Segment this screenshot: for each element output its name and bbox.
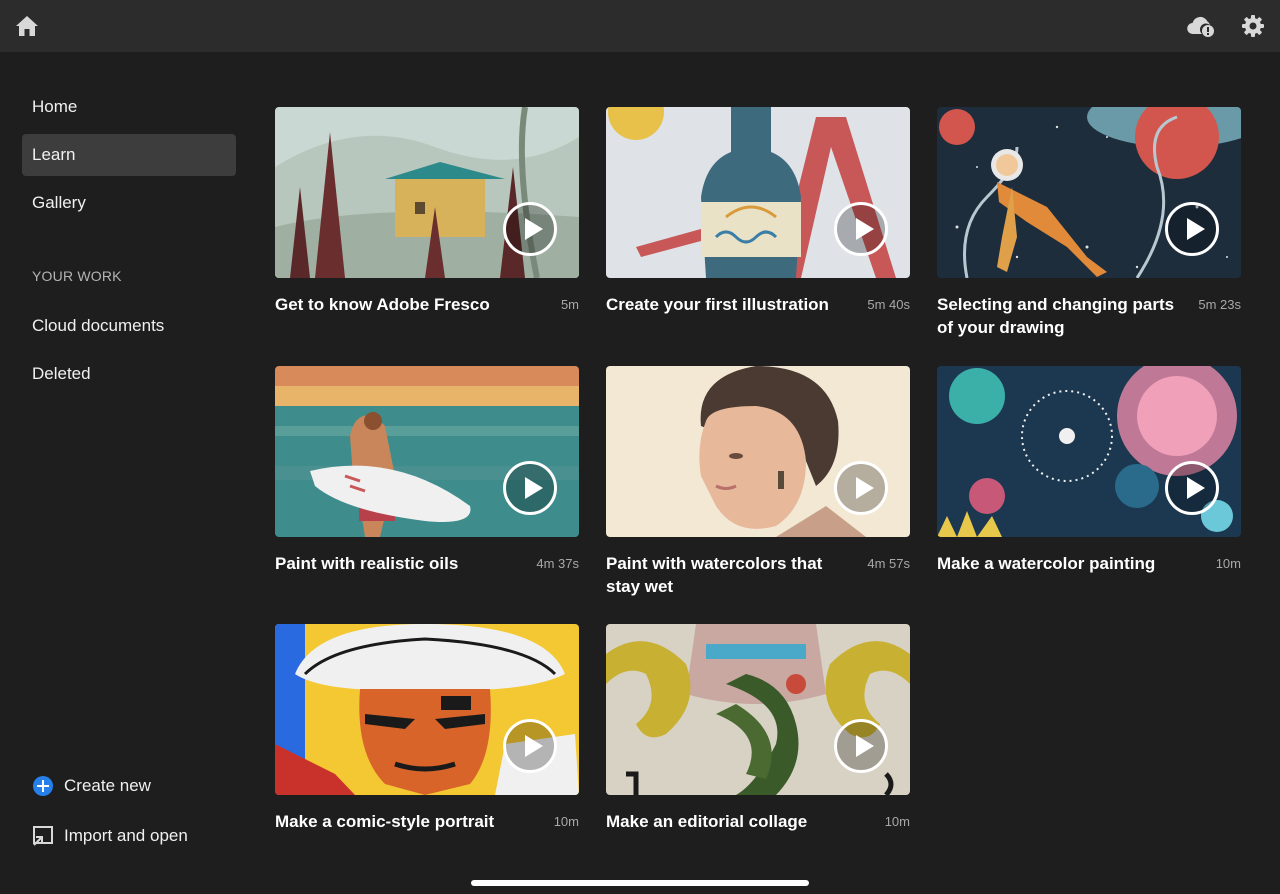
play-icon[interactable] (834, 719, 888, 773)
tutorial-thumbnail (606, 107, 910, 278)
tutorial-title: Selecting and changing parts of your dra… (937, 295, 1175, 337)
tutorial-title: Create your first illustration (606, 295, 829, 314)
tutorial-duration: 10m (553, 814, 579, 829)
tutorial-duration: 10m (1215, 556, 1241, 571)
tutorial-thumbnail (937, 107, 1241, 278)
tutorial-card[interactable]: Create your first illustration 5m 40s (606, 107, 910, 314)
import-open-button[interactable]: Import and open (32, 822, 188, 850)
tutorial-duration: 4m 37s (536, 556, 579, 571)
import-icon (33, 826, 53, 846)
play-icon[interactable] (1165, 461, 1219, 515)
sidebar-item-home[interactable]: Home (22, 86, 236, 128)
sidebar-item-deleted[interactable]: Deleted (22, 353, 236, 395)
sidebar: Home Learn Gallery YOUR WORK Cloud docum… (0, 52, 256, 894)
create-new-label: Create new (64, 776, 151, 795)
tutorial-duration: 5m 40s (867, 297, 910, 312)
play-icon[interactable] (834, 461, 888, 515)
section-header-your-work: YOUR WORK (32, 268, 122, 284)
play-icon[interactable] (503, 719, 557, 773)
play-icon[interactable] (503, 461, 557, 515)
home-icon[interactable] (14, 14, 40, 38)
tutorial-title: Paint with watercolors that stay wet (606, 554, 823, 596)
play-icon[interactable] (1165, 202, 1219, 256)
tutorial-card[interactable]: Paint with realistic oils 4m 37s (275, 366, 579, 573)
tutorial-card[interactable]: Paint with watercolors that stay wet 4m … (606, 366, 910, 596)
create-new-button[interactable]: Create new (32, 772, 151, 800)
play-icon[interactable] (834, 202, 888, 256)
sidebar-item-cloud-documents[interactable]: Cloud documents (22, 305, 236, 347)
tutorial-title: Make an editorial collage (606, 812, 808, 831)
import-open-label: Import and open (64, 826, 188, 845)
tutorial-title: Make a watercolor painting (937, 554, 1156, 573)
tutorial-duration: 5m (560, 297, 579, 312)
tutorial-title: Make a comic-style portrait (275, 812, 495, 831)
tutorial-thumbnail (606, 366, 910, 537)
tutorial-thumbnail (937, 366, 1241, 537)
tutorial-duration: 10m (884, 814, 910, 829)
play-icon[interactable] (503, 202, 557, 256)
tutorial-title: Get to know Adobe Fresco (275, 295, 490, 314)
sidebar-item-learn[interactable]: Learn (22, 134, 236, 176)
tutorial-thumbnail (275, 366, 579, 537)
cloud-alert-icon[interactable] (1186, 14, 1216, 38)
tutorial-card[interactable]: Get to know Adobe Fresco 5m (275, 107, 579, 314)
tutorial-card[interactable]: Selecting and changing parts of your dra… (937, 107, 1241, 337)
tutorial-duration: 4m 57s (867, 556, 910, 571)
tutorial-card[interactable]: Make a watercolor painting 10m (937, 366, 1241, 573)
gear-icon[interactable] (1241, 14, 1265, 38)
sidebar-item-gallery[interactable]: Gallery (22, 182, 236, 224)
tutorial-card[interactable]: Make a comic-style portrait 10m (275, 624, 579, 831)
plus-circle-icon (33, 776, 53, 796)
top-bar (0, 0, 1280, 52)
home-indicator[interactable] (471, 880, 809, 886)
tutorial-duration: 5m 23s (1198, 297, 1241, 312)
tutorial-card[interactable]: Make an editorial collage 10m (606, 624, 910, 831)
tutorial-thumbnail (275, 624, 579, 795)
tutorial-title: Paint with realistic oils (275, 554, 459, 573)
tutorial-thumbnail (275, 107, 579, 278)
tutorial-thumbnail (606, 624, 910, 795)
